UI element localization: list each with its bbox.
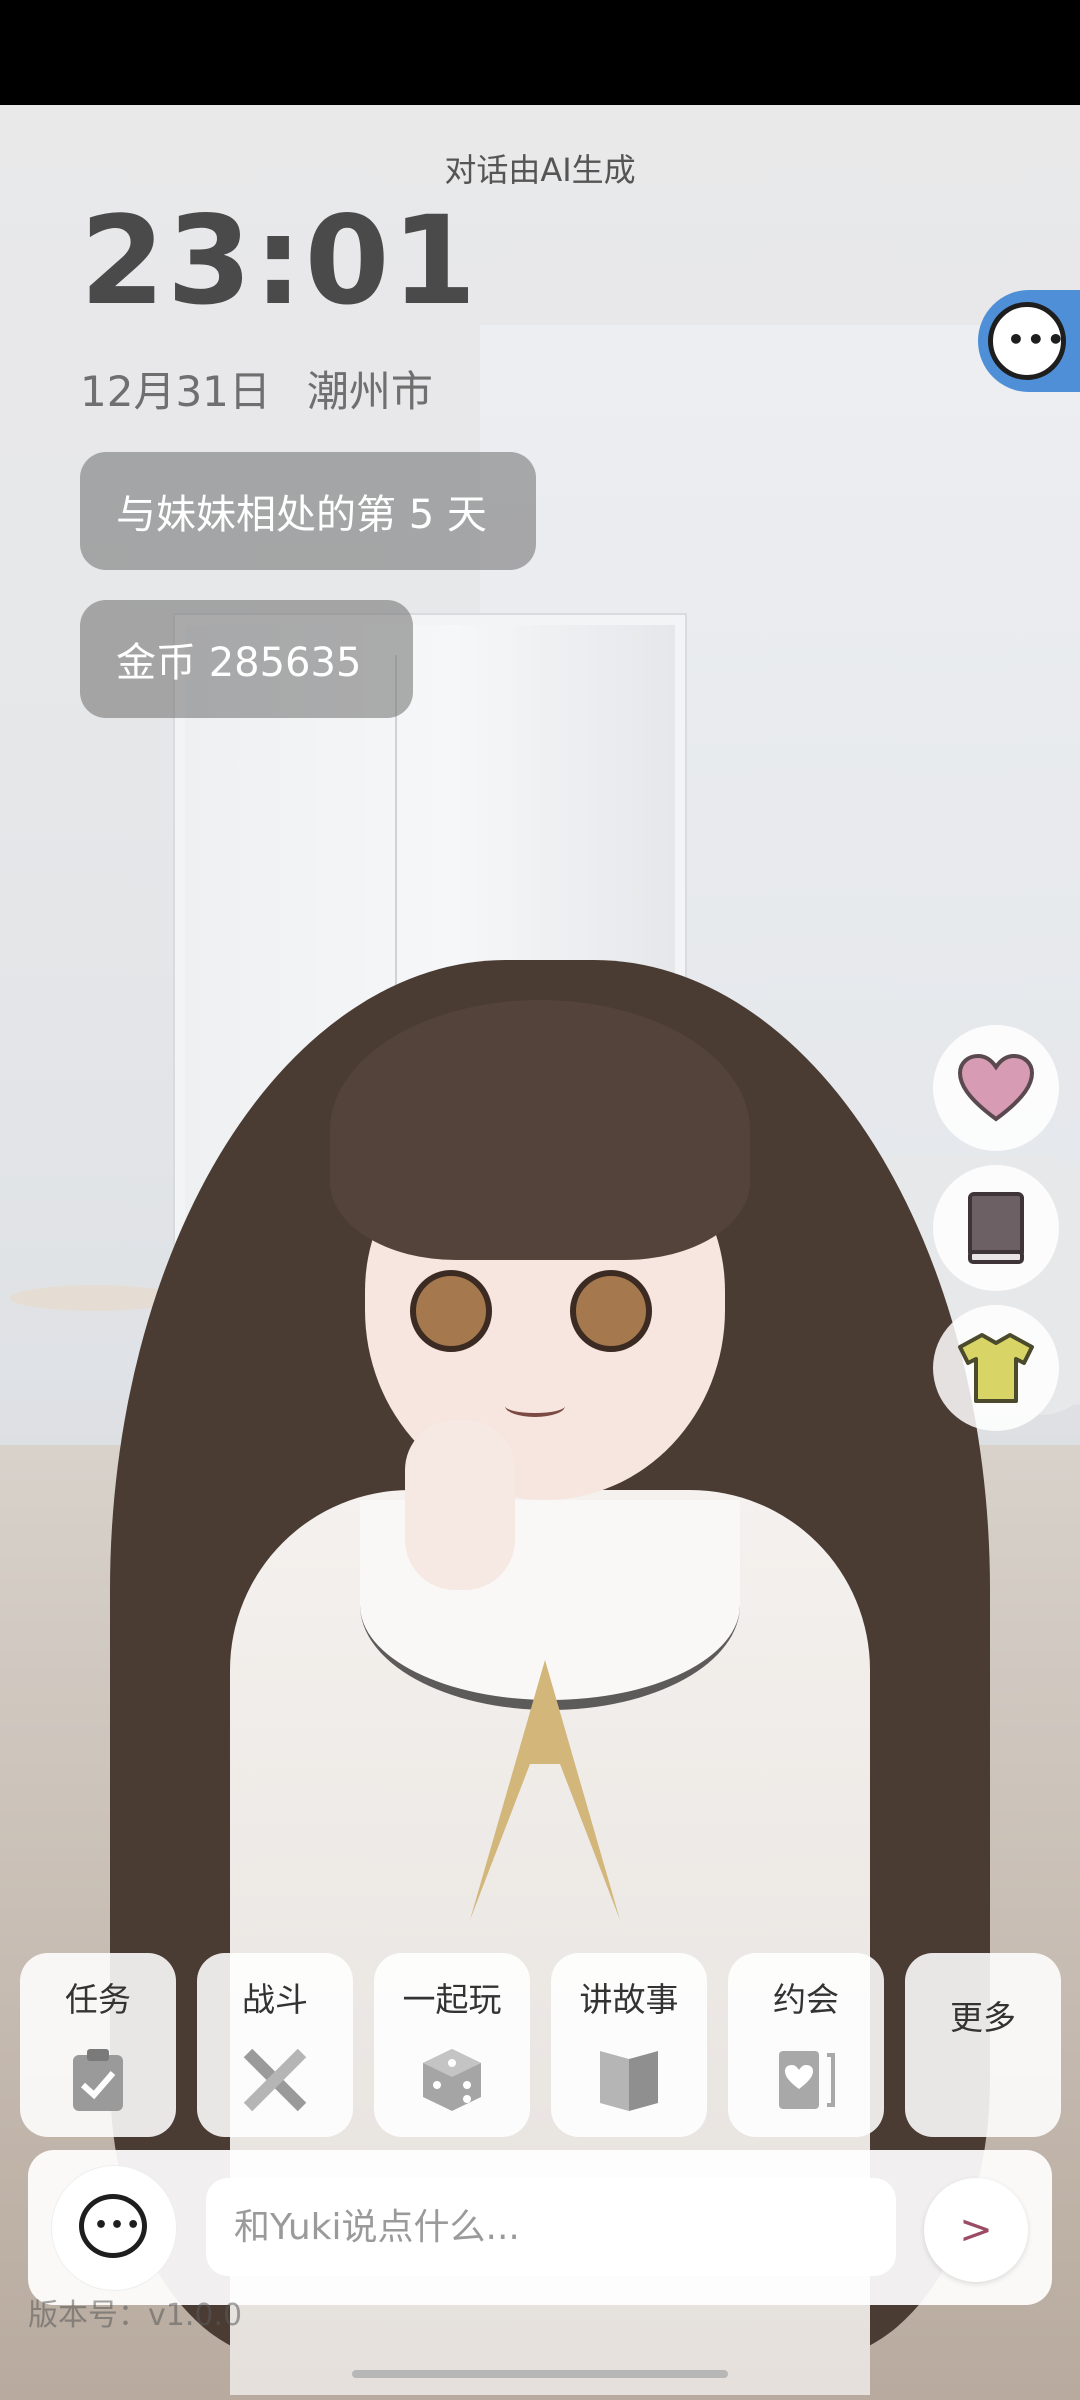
open-book-icon xyxy=(600,2051,658,2111)
action-task-button[interactable]: 任务 xyxy=(20,1953,176,2137)
heart-card-icon xyxy=(779,2051,835,2109)
chat-bubble-icon: ••• xyxy=(79,2194,147,2258)
character-eye-left xyxy=(410,1270,492,1352)
dice-icon xyxy=(423,2049,481,2111)
action-label: 任务 xyxy=(65,1980,131,2019)
action-label: 一起玩 xyxy=(402,1980,502,2019)
chat-input-bar: ••• > xyxy=(28,2150,1052,2305)
chat-dots: ••• xyxy=(1007,323,1067,356)
clipboard-check-icon xyxy=(73,2049,123,2111)
action-label: 讲故事 xyxy=(579,1980,679,2019)
action-play-together-button[interactable]: 一起玩 xyxy=(374,1953,530,2137)
clock: 23:01 xyxy=(80,190,479,332)
date-label: 12月31日 xyxy=(80,367,271,416)
home-indicator[interactable] xyxy=(352,2370,728,2378)
action-storytelling-button[interactable]: 讲故事 xyxy=(551,1953,707,2137)
wardrobe-button[interactable] xyxy=(933,1305,1059,1431)
chat-message-input[interactable] xyxy=(206,2178,896,2276)
version-label: 版本号：v1.0.0 xyxy=(28,2298,243,2333)
action-date-button[interactable]: 约会 xyxy=(728,1953,884,2137)
heart-icon xyxy=(957,1053,1035,1122)
book-icon xyxy=(968,1192,1024,1264)
floating-chat-button[interactable]: ••• xyxy=(978,290,1080,392)
action-bar: 任务 战斗 一起玩 讲故事 约会 更多 xyxy=(20,1953,1061,2138)
character-eye-right xyxy=(570,1270,652,1352)
diary-button[interactable] xyxy=(933,1165,1059,1291)
character-hand xyxy=(405,1420,515,1590)
date-location-row: 12月31日 潮州市 xyxy=(80,358,469,419)
character-bangs xyxy=(330,1000,750,1260)
crossed-swords-icon xyxy=(243,2048,307,2112)
character-mouth xyxy=(505,1395,565,1417)
status-bar xyxy=(0,0,1080,105)
city-label: 潮州市 xyxy=(306,367,433,416)
action-label: 更多 xyxy=(950,1998,1016,2037)
shirt-icon xyxy=(958,1333,1034,1403)
chat-bubble-icon: ••• xyxy=(988,302,1066,380)
ai-generated-notice: 对话由AI生成 xyxy=(444,151,636,189)
action-label: 约会 xyxy=(773,1980,839,2019)
action-more-button[interactable]: 更多 xyxy=(905,1953,1061,2137)
action-battle-button[interactable]: 战斗 xyxy=(197,1953,353,2137)
coins-badge: 金币 285635 xyxy=(80,600,413,718)
coins-label: 金币 285635 xyxy=(116,640,362,686)
action-label: 战斗 xyxy=(242,1980,308,2019)
affection-button[interactable] xyxy=(933,1025,1059,1151)
chat-dots: ••• xyxy=(94,2213,143,2238)
chat-mode-button[interactable]: ••• xyxy=(52,2166,176,2290)
days-together-label: 与妹妹相处的第 5 天 xyxy=(116,492,487,538)
send-button[interactable]: > xyxy=(924,2178,1028,2282)
days-together-badge: 与妹妹相处的第 5 天 xyxy=(80,452,536,570)
